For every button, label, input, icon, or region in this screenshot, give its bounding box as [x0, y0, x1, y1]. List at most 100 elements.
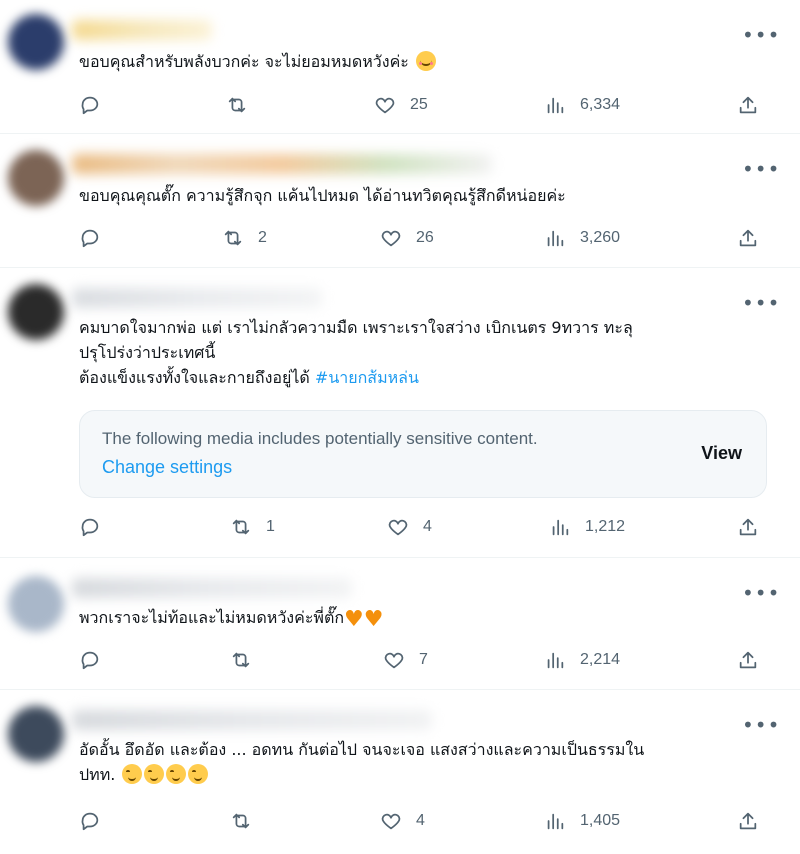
tweet-actions: 25 6,334 [79, 92, 769, 118]
author-name-redacted [72, 578, 352, 598]
avatar[interactable] [8, 284, 64, 340]
author-name-redacted [72, 20, 212, 40]
heart-icon [381, 813, 401, 830]
view-count: 1,212 [585, 518, 626, 535]
heart-icon [375, 97, 395, 114]
reply-button[interactable] [79, 225, 115, 251]
retweet-count: 2 [258, 229, 267, 246]
reply-button[interactable] [79, 514, 115, 540]
avatar[interactable] [8, 14, 64, 70]
tweet-1[interactable]: ••• ขอบคุณสำหรับพลังบวกค่ะ จะไม่ยอมหมดหว… [0, 0, 800, 134]
more-options-icon[interactable]: ••• [742, 25, 779, 50]
smiling-face-icon [415, 51, 436, 71]
like-count: 4 [423, 518, 432, 535]
retweet-icon [232, 519, 250, 535]
analytics-icon [547, 652, 564, 669]
hashtag-link[interactable]: #นายกส้มหล่น [315, 368, 419, 387]
reply-icon [81, 518, 99, 537]
like-button[interactable]: 4 [387, 514, 432, 540]
share-icon [739, 96, 757, 114]
share-button[interactable] [737, 514, 759, 540]
like-count: 26 [416, 229, 434, 246]
like-button[interactable]: 26 [380, 225, 434, 251]
retweet-icon [224, 230, 242, 246]
views-button[interactable]: 1,212 [549, 514, 625, 540]
view-button[interactable]: View [701, 443, 742, 464]
retweet-count: 1 [266, 518, 275, 535]
sensitive-content-message: The following media includes potentially… [102, 429, 538, 448]
retweet-button[interactable] [230, 647, 266, 673]
reply-icon [81, 229, 99, 248]
views-button[interactable]: 1,405 [544, 808, 620, 834]
avatar[interactable] [8, 576, 64, 632]
reply-icon [81, 812, 99, 831]
share-icon [739, 229, 757, 247]
reply-icon [81, 651, 99, 670]
share-button[interactable] [737, 92, 759, 118]
reply-button[interactable] [79, 808, 115, 834]
analytics-icon [547, 97, 564, 114]
view-count: 1,405 [580, 812, 621, 829]
like-count: 4 [416, 812, 425, 829]
relieved-face-icon [122, 764, 143, 784]
like-button[interactable]: 4 [380, 808, 425, 834]
retweet-icon [228, 97, 246, 113]
heart-icon [381, 230, 401, 247]
view-count: 3,260 [580, 229, 621, 246]
like-count: 25 [410, 96, 428, 113]
heart-icon [388, 519, 408, 536]
views-button[interactable]: 2,214 [544, 647, 620, 673]
tweet-3[interactable]: ••• คมบาดใจมากพ่อ แต่ เราไม่กลัวความมืด … [0, 268, 800, 558]
retweet-button[interactable]: 2 [222, 225, 267, 251]
tweet-text: คมบาดใจมากพ่อ แต่ เราไม่กลัวความมืด เพรา… [79, 318, 633, 387]
avatar[interactable] [8, 706, 64, 762]
views-button[interactable]: 3,260 [544, 225, 620, 251]
heart-icon [384, 652, 404, 669]
orange-heart-icon: ♥ [344, 607, 364, 632]
share-button[interactable] [737, 647, 759, 673]
retweet-button[interactable] [230, 808, 266, 834]
reply-button[interactable] [79, 92, 115, 118]
like-count: 7 [419, 651, 428, 668]
sensitive-media-warning: The following media includes potentially… [79, 410, 767, 498]
relieved-face-icon [188, 764, 209, 784]
avatar[interactable] [8, 150, 64, 206]
tweet-actions: 4 1,405 [79, 808, 769, 834]
share-icon [739, 518, 757, 536]
view-count: 2,214 [580, 651, 621, 668]
tweet-actions: 2 26 3,260 [79, 225, 769, 251]
relieved-face-icon [166, 764, 187, 784]
share-icon [739, 812, 757, 830]
change-settings-link[interactable]: Change settings [102, 457, 232, 478]
tweet-actions: 1 4 1,212 [79, 514, 769, 540]
analytics-icon [547, 813, 564, 830]
tweet-text: ขอบคุณคุณตั๊ก ความรู้สึกจุก แค้นไปหมด ได… [79, 186, 566, 205]
tweet-5[interactable]: ••• อัดอั้น อึดอัด และต้อง ... อดทน กันต… [0, 690, 800, 854]
share-button[interactable] [737, 808, 759, 834]
orange-heart-icon: ♥ [363, 607, 384, 632]
retweet-icon [232, 813, 250, 829]
analytics-icon [547, 230, 564, 247]
analytics-icon [552, 519, 569, 536]
reply-icon [81, 96, 99, 115]
like-button[interactable]: 25 [374, 92, 428, 118]
relieved-face-icon [144, 764, 165, 784]
author-name-redacted [72, 288, 322, 308]
retweet-icon [232, 652, 250, 668]
view-count: 6,334 [580, 96, 621, 113]
share-button[interactable] [737, 225, 759, 251]
author-name-redacted [72, 710, 432, 730]
retweet-button[interactable]: 1 [230, 514, 275, 540]
reply-button[interactable] [79, 647, 115, 673]
retweet-button[interactable] [226, 92, 262, 118]
tweet-actions: 7 2,214 [79, 647, 769, 673]
like-button[interactable]: 7 [383, 647, 428, 673]
tweet-text: อัดอั้น อึดอัด และต้อง ... อดทน กันต่อไป… [79, 740, 645, 784]
tweet-text: พวกเราจะไม่ท้อและไม่หมดหวังค่ะพี่ตั๊ก♥♥ [79, 607, 384, 632]
more-options-icon[interactable]: ••• [742, 159, 779, 184]
tweet-4[interactable]: ••• พวกเราจะไม่ท้อและไม่หมดหวังค่ะพี่ตั๊… [0, 558, 800, 690]
tweet-text: ขอบคุณสำหรับพลังบวกค่ะ จะไม่ยอมหมดหวังค่… [79, 49, 769, 74]
tweet-2[interactable]: ••• ขอบคุณคุณตั๊ก ความรู้สึกจุก แค้นไปหม… [0, 134, 800, 268]
views-button[interactable]: 6,334 [544, 92, 620, 118]
share-icon [739, 651, 757, 669]
